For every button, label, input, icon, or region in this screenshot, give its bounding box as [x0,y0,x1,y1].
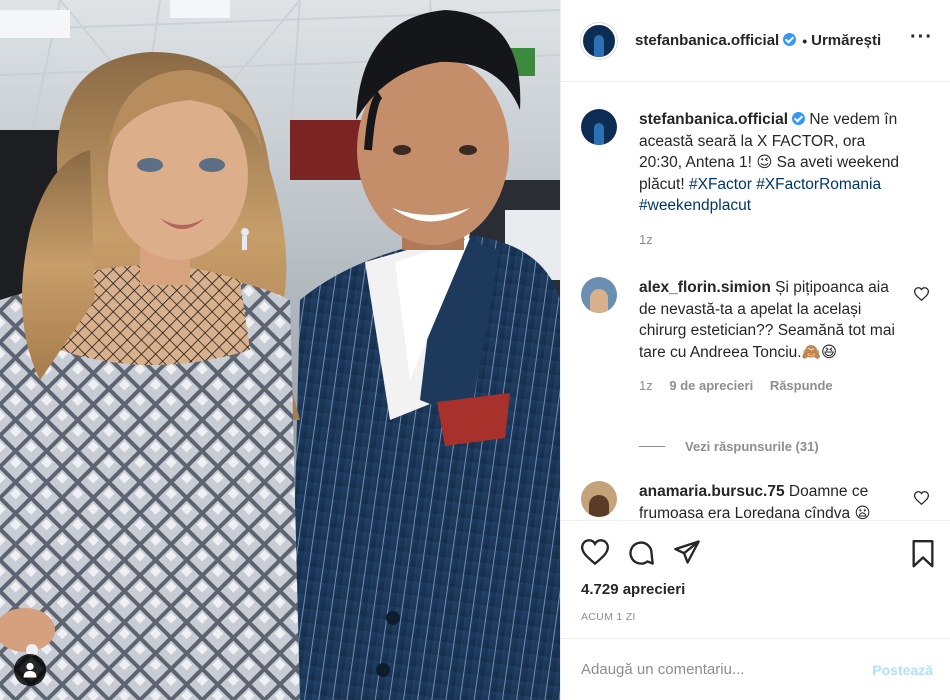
comment-item: anamaria.bursuc.75 Doamne ce frumoasa er… [581,481,941,520]
paper-plane-icon[interactable] [673,539,701,565]
hashtag-link[interactable]: #weekendplacut [639,197,751,214]
header-separator: • [802,32,808,49]
add-comment-bar: Postează [561,638,950,700]
commenter-avatar[interactable] [581,481,617,517]
caption-avatar[interactable] [581,109,617,145]
hashtag-link[interactable]: #XFactorRomania [756,176,881,193]
author-avatar[interactable] [581,22,617,59]
post-photo[interactable] [0,0,560,700]
comment-input[interactable] [581,661,873,678]
comment-likes[interactable]: 9 de aprecieri [669,378,753,393]
tagged-users-button[interactable] [14,654,46,686]
view-replies-button[interactable]: Vezi răspunsurile (31) [639,439,819,454]
comment-username[interactable]: alex_florin.simion [639,279,771,296]
comment-bubble-icon[interactable] [627,539,655,567]
post-timestamp[interactable]: ACUM 1 ZI [581,611,636,623]
comment-item: alex_florin.simion Și pițipoanca aia de … [581,277,941,397]
more-options-icon[interactable]: ··· [910,27,933,47]
caption-username[interactable]: stefanbanica.official [639,111,788,128]
commenter-avatar[interactable] [581,277,617,313]
post-header: stefanbanica.official • Urmărești ··· [561,0,950,82]
verified-badge-icon [792,112,806,125]
hashtag-link[interactable]: #XFactor [689,176,752,193]
post-comment-button[interactable]: Postează [872,662,933,678]
likes-count[interactable]: 4.729 aprecieri [581,581,685,598]
verified-badge-icon [783,33,797,46]
author-username[interactable]: stefanbanica.official [635,32,797,49]
caption-time[interactable]: 1z [639,232,653,247]
comment-like-heart-icon[interactable] [914,287,929,301]
post-image [0,0,560,700]
comment-time[interactable]: 1z [639,378,653,393]
reply-button[interactable]: Răspunde [770,378,833,393]
comment-username[interactable]: anamaria.bursuc.75 [639,483,785,500]
view-replies-label: Vezi răspunsurile (31) [685,439,819,454]
bookmark-icon[interactable] [911,540,935,568]
caption: stefanbanica.official Ne vedem în aceast… [581,109,941,250]
comment-like-heart-icon[interactable] [914,491,929,505]
following-button[interactable]: Urmărești [811,32,881,49]
comments-section[interactable]: stefanbanica.official Ne vedem în aceast… [561,83,950,520]
post-side-panel: stefanbanica.official • Urmărești ··· st… [560,0,950,700]
instagram-post: stefanbanica.official • Urmărești ··· st… [0,0,950,700]
user-tag-icon [23,662,37,678]
heart-icon[interactable] [581,539,609,565]
